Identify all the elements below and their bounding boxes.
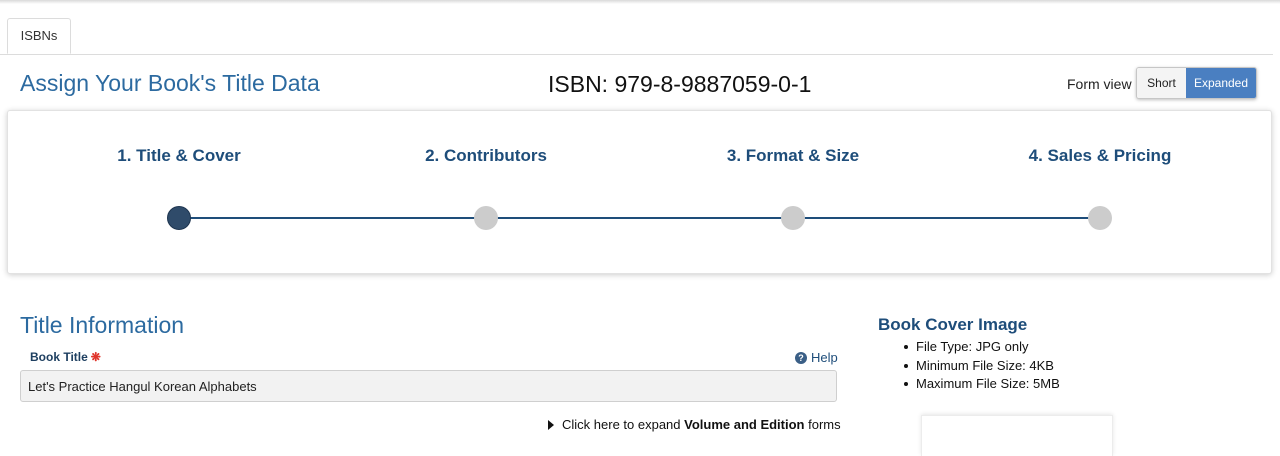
book-cover-heading: Book Cover Image — [878, 315, 1028, 334]
help-link[interactable]: ? Help — [795, 350, 838, 365]
book-title-input[interactable] — [20, 370, 837, 402]
top-shadow — [0, 0, 1280, 4]
form-view-label: Form view — [1067, 76, 1132, 92]
isbn-heading: ISBN: 979-8-9887059-0-1 — [548, 71, 812, 97]
step-dot-4[interactable] — [1088, 206, 1112, 230]
step-label-sales-pricing[interactable]: 4. Sales & Pricing — [1029, 146, 1172, 166]
cover-requirements-list: File Type: JPG only Minimum File Size: 4… — [900, 338, 1060, 394]
step-dot-1[interactable] — [167, 206, 191, 230]
expand-volume-edition-link[interactable]: Click here to expand Volume and Edition … — [548, 417, 841, 432]
form-view-toggle: Short Expanded — [1136, 67, 1257, 99]
page-title: Assign Your Book's Title Data — [20, 70, 320, 96]
book-title-label-text: Book Title — [30, 350, 88, 364]
list-item: File Type: JPG only — [900, 338, 1060, 357]
step-dot-2[interactable] — [474, 206, 498, 230]
list-item: Minimum File Size: 4KB — [900, 357, 1060, 376]
book-title-label: Book Title ❋ — [30, 350, 101, 364]
expand-link-suffix: forms — [804, 417, 841, 432]
step-label-title-cover[interactable]: 1. Title & Cover — [117, 146, 240, 166]
progress-stepper — [7, 110, 1272, 274]
tab-bar: ISBNs — [0, 14, 1273, 55]
caret-right-icon — [548, 419, 554, 430]
step-dot-3[interactable] — [781, 206, 805, 230]
list-item: Maximum File Size: 5MB — [900, 375, 1060, 394]
expand-link-prefix: Click here to expand — [562, 417, 685, 432]
form-view-expanded-button[interactable]: Expanded — [1186, 68, 1256, 98]
expand-link-bold: Volume and Edition — [684, 417, 805, 432]
title-information-heading: Title Information — [20, 312, 185, 338]
form-view-short-button[interactable]: Short — [1137, 68, 1186, 98]
step-label-format-size[interactable]: 3. Format & Size — [727, 146, 859, 166]
step-connector-line — [179, 217, 1100, 219]
step-label-contributors[interactable]: 2. Contributors — [425, 146, 547, 166]
help-label: Help — [811, 350, 838, 365]
cover-upload-area[interactable] — [921, 415, 1113, 456]
question-circle-icon: ? — [795, 351, 807, 364]
required-asterisk-icon: ❋ — [90, 350, 101, 364]
tab-isbns[interactable]: ISBNs — [7, 18, 71, 54]
